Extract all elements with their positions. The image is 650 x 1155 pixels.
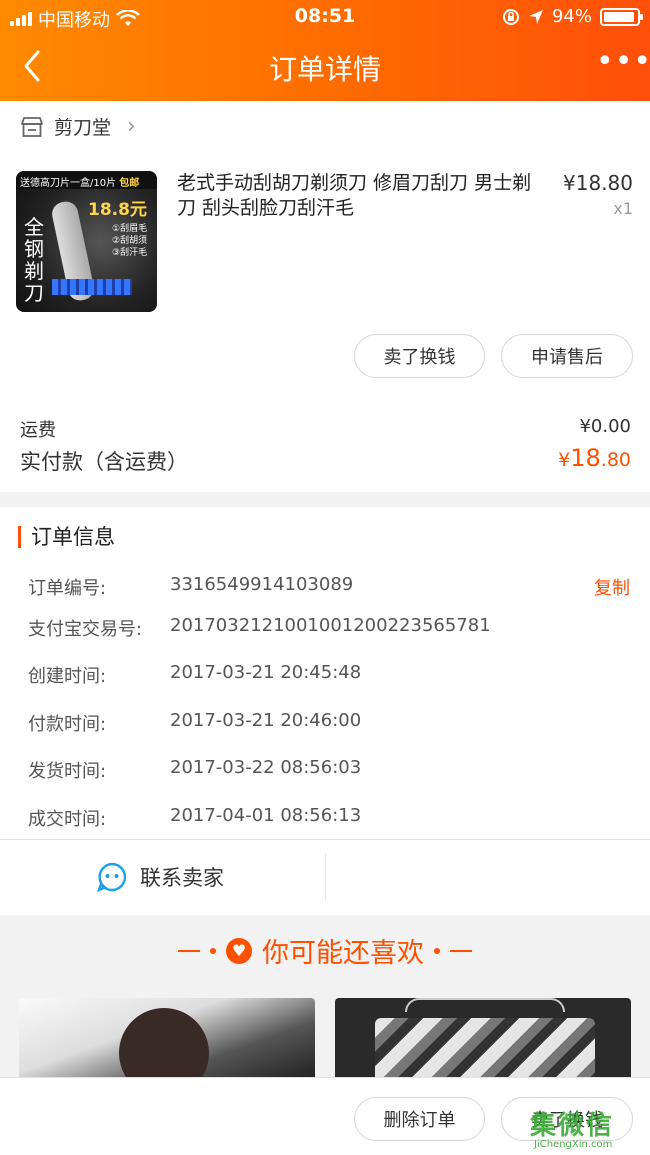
- product-thumbnail[interactable]: 送德高刀片一盒/10片 包邮 18.8元 全钢剃刀 ①刮眉毛 ②刮胡须 ③刮汗毛: [16, 171, 157, 312]
- thumb-banner: 送德高刀片一盒/10片 包邮: [16, 171, 157, 189]
- shop-link[interactable]: 剪刀堂 ›: [20, 113, 136, 140]
- paid-currency: ¥: [558, 449, 571, 471]
- location-icon: [528, 9, 543, 24]
- decor-dot: [434, 947, 440, 954]
- thumb-chars: 全钢剃刀: [24, 215, 44, 305]
- completed-time-value: 2017-04-01 08:56:13: [170, 805, 362, 826]
- contact-seller-label: 联系卖家: [140, 866, 224, 890]
- decor-line: [450, 949, 472, 952]
- product-title[interactable]: 老式手动刮胡刀剃须刀 修眉刀刮刀 男士剃刀 刮头刮脸刀刮汗毛: [177, 171, 547, 221]
- product-price: ¥18.80: [563, 171, 633, 195]
- shipped-time-value: 2017-03-22 08:56:03: [170, 757, 362, 778]
- shorts-photo: [375, 1018, 595, 1078]
- paid-time-label: 付款时间:: [28, 714, 107, 735]
- recommend-item-image[interactable]: [335, 998, 631, 1078]
- more-menu-icon[interactable]: •••: [596, 47, 650, 82]
- paid-decimal: .80: [600, 449, 631, 471]
- order-number-value: 3316549914103089: [170, 574, 354, 595]
- battery-icon: [600, 7, 643, 26]
- thumb-banner-text: 送德高刀片一盒/10片: [20, 178, 117, 189]
- battery-percent: 94%: [551, 6, 592, 27]
- alipay-trade-value: 2017032121001001200223565781: [170, 615, 491, 636]
- created-time-value: 2017-03-21 20:45:48: [170, 662, 362, 683]
- created-time-label: 创建时间:: [28, 666, 107, 687]
- copy-button[interactable]: 复制: [594, 574, 630, 600]
- delete-order-button[interactable]: 删除订单: [354, 1097, 485, 1141]
- thumb-features: ①刮眉毛 ②刮胡须 ③刮汗毛: [112, 223, 147, 259]
- header-bar: 中国移动 08:51 94% 订单详情 •••: [0, 0, 650, 101]
- watermark-logo: 集微信 JiChengXin.com: [530, 1105, 645, 1150]
- blade-pack-image: [52, 279, 132, 295]
- order-info-section: 订单信息 订单编号: 3316549914103089 复制 支付宝交易号: 2…: [0, 507, 650, 915]
- divider: [0, 839, 650, 840]
- shipped-time-label: 发货时间:: [28, 761, 107, 782]
- heart-icon: ♥: [226, 937, 252, 964]
- order-info-title: 订单信息: [18, 526, 115, 548]
- shipping-label: 运费: [20, 420, 56, 441]
- shop-name: 剪刀堂: [54, 117, 112, 139]
- status-right: 94%: [502, 6, 643, 27]
- thumb-feature: ①刮眉毛: [112, 224, 148, 234]
- chevron-right-icon: ›: [127, 114, 136, 139]
- shipping-value: ¥0.00: [579, 416, 631, 437]
- decor-line: [178, 949, 200, 952]
- thumb-feature: ③刮汗毛: [112, 248, 148, 258]
- status-bar: 中国移动 08:51 94%: [0, 0, 650, 34]
- chat-face-icon: [97, 862, 127, 893]
- page-title: 订单详情: [268, 53, 381, 86]
- divider: [325, 854, 326, 900]
- rotation-lock-icon: [502, 8, 519, 25]
- thumb-price: 18.8元: [88, 200, 147, 220]
- thumb-tag: 包邮: [119, 178, 140, 189]
- watermark-subtext: JiChengXin.com: [534, 1139, 613, 1150]
- model-photo: [119, 1008, 209, 1078]
- order-number-label: 订单编号:: [28, 578, 107, 599]
- decor-dot: [210, 947, 216, 954]
- store-icon: [21, 116, 43, 137]
- contact-seller-button[interactable]: 联系卖家: [96, 861, 224, 893]
- sell-exchange-button[interactable]: 卖了换钱: [354, 334, 485, 378]
- order-item-card: 剪刀堂 › 送德高刀片一盒/10片 包邮 18.8元 全钢剃刀 ①刮眉毛 ②刮胡…: [0, 101, 650, 492]
- recommend-header: ♥ 你可能还喜欢: [0, 931, 650, 970]
- alipay-trade-label: 支付宝交易号:: [28, 619, 143, 640]
- completed-time-label: 成交时间:: [28, 809, 107, 830]
- recommend-title: 你可能还喜欢: [262, 938, 424, 969]
- thumb-feature: ②刮胡须: [112, 236, 148, 246]
- recommend-item-image[interactable]: [19, 998, 315, 1078]
- paid-integer: 18: [570, 444, 601, 472]
- paid-amount: ¥18.80: [558, 444, 631, 472]
- after-sale-button[interactable]: 申请售后: [501, 334, 633, 378]
- paid-time-value: 2017-03-21 20:46:00: [170, 710, 362, 731]
- product-quantity: x1: [613, 199, 633, 218]
- paid-label: 实付款（含运费）: [20, 450, 188, 474]
- hanger-shape: [405, 998, 565, 1012]
- watermark-text: 集微信: [530, 1111, 615, 1141]
